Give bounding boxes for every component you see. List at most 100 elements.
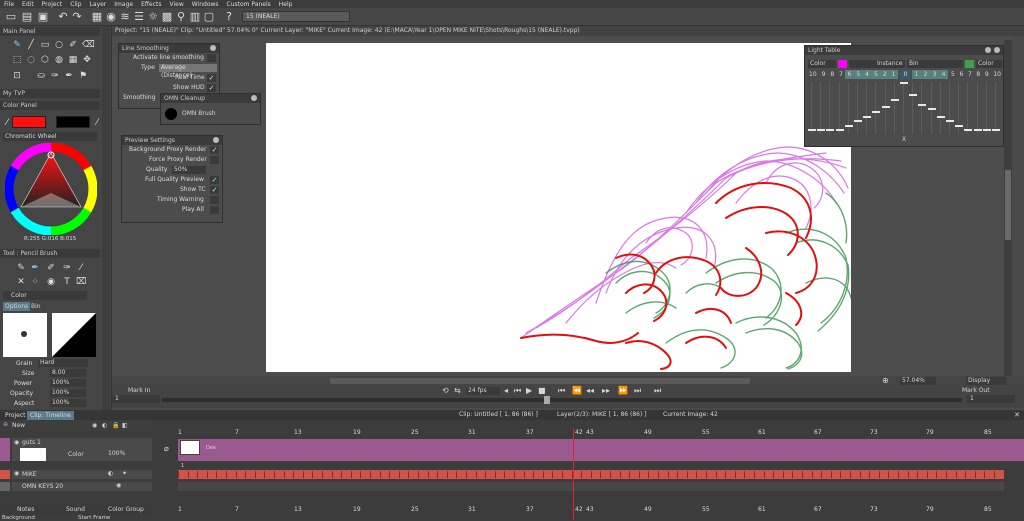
opacity-slider[interactable]	[903, 82, 904, 134]
menu-effects[interactable]: Effects	[141, 1, 161, 8]
frame-cell[interactable]	[946, 471, 947, 478]
primary-color-swatch[interactable]	[12, 116, 46, 128]
frame-cell[interactable]	[686, 471, 688, 478]
show-tc-checkbox[interactable]: ✓	[210, 186, 219, 194]
close-icon[interactable]: ✕	[1014, 411, 1020, 419]
pingpong-icon[interactable]: ⇆	[454, 386, 461, 395]
frame-cell[interactable]	[494, 471, 496, 478]
fill-tool-icon[interactable]: ◍	[54, 55, 64, 65]
menu-layer[interactable]: Layer	[90, 1, 107, 8]
marker-icon[interactable]: ✑	[62, 263, 72, 273]
secondary-color-swatch[interactable]	[56, 116, 90, 128]
opacity-slider-handle[interactable]	[854, 120, 862, 122]
pin-icon[interactable]	[985, 47, 991, 53]
opacity-slider[interactable]	[985, 82, 987, 134]
frame-cell[interactable]	[955, 471, 957, 478]
fps-select[interactable]: 24 fps	[466, 387, 500, 395]
opacity-slider-handle[interactable]	[946, 120, 954, 122]
frame-cell[interactable]	[197, 471, 199, 478]
frame-cell[interactable]	[667, 471, 669, 478]
frame-cell[interactable]	[926, 471, 928, 478]
new-file-icon[interactable]: ▭	[4, 10, 18, 24]
pencil-brush-icon[interactable]: ✎	[16, 263, 26, 273]
tab-project[interactable]: Project	[2, 411, 29, 420]
opacity-slider[interactable]	[829, 82, 831, 134]
frame-cell[interactable]	[610, 471, 611, 478]
menu-image[interactable]: Image	[114, 1, 133, 8]
frame-cell[interactable]	[552, 471, 554, 478]
menu-edit[interactable]: Edit	[22, 1, 34, 8]
frame-cell[interactable]	[389, 471, 391, 478]
omn-brush-button[interactable]: OMN Brush	[182, 110, 216, 117]
frame-cell[interactable]	[696, 471, 698, 478]
frame-cell[interactable]	[840, 471, 842, 478]
frame-cell[interactable]	[715, 471, 717, 478]
opacity-slider[interactable]	[949, 82, 950, 134]
pencil-tool-icon[interactable]: ✎	[12, 40, 22, 50]
background-select[interactable]: Background	[2, 515, 35, 521]
opacity-slider[interactable]	[866, 82, 868, 134]
paint-brush-icon[interactable]: ✐	[46, 263, 56, 273]
layer-row-guts[interactable]: ◉ guts 1 Color 100%	[12, 438, 152, 461]
opacity-slider[interactable]	[893, 82, 895, 134]
rectangle-tool-icon[interactable]: ▭	[40, 40, 50, 50]
opacity-slider[interactable]	[967, 82, 969, 134]
opacity-slider-handle[interactable]	[973, 129, 982, 131]
opacity-slider[interactable]	[838, 82, 840, 134]
close-icon[interactable]	[213, 137, 219, 143]
menu-file[interactable]: File	[4, 1, 14, 8]
activate-smoothing-checkbox[interactable]	[207, 54, 216, 62]
timing-warning-checkbox[interactable]	[210, 196, 219, 204]
frame-cell[interactable]	[629, 471, 631, 478]
cross-brush-icon[interactable]: ✕	[16, 277, 26, 287]
frame-cell[interactable]	[974, 471, 976, 478]
frame-cell[interactable]	[984, 471, 986, 478]
layers-icon[interactable]: ≋	[118, 10, 132, 24]
help-icon[interactable]: ?	[222, 10, 236, 24]
panel-icon[interactable]: ▥	[188, 10, 202, 24]
frame-thumbnail[interactable]	[180, 440, 200, 455]
eyedropper-icon[interactable]: ⁄	[2, 118, 12, 128]
tab-color-group[interactable]: Color Group	[108, 506, 144, 513]
select-tool-icon[interactable]: ⬚	[12, 55, 22, 65]
frame-cell[interactable]	[302, 471, 304, 478]
layer-visible-icon[interactable]: ◉	[116, 482, 121, 489]
ink-brush-icon[interactable]: ✒	[30, 263, 40, 273]
camera-icon[interactable]: ◧	[122, 422, 128, 429]
stack-icon[interactable]: ☰	[132, 10, 146, 24]
opacity-slider[interactable]	[912, 82, 914, 134]
frame-cell[interactable]	[187, 471, 189, 478]
frame-cell[interactable]	[869, 471, 871, 478]
frame-cell[interactable]	[418, 471, 419, 478]
tab-notes[interactable]: Notes	[17, 506, 34, 513]
opacity-slider-handle[interactable]	[890, 99, 899, 101]
frame-cell[interactable]	[514, 471, 515, 478]
frame-cell[interactable]	[590, 471, 592, 478]
frame-cell[interactable]	[245, 471, 247, 478]
size-field[interactable]: 8.00	[50, 369, 86, 377]
opacity-slider[interactable]	[921, 82, 923, 134]
tab-options[interactable]: Options	[3, 302, 31, 311]
go-end-icon[interactable]: ⏭	[654, 386, 661, 396]
drawing-canvas[interactable]	[266, 43, 852, 372]
close-icon[interactable]	[994, 47, 1000, 53]
frame-cell[interactable]	[254, 471, 256, 478]
zoom-icon[interactable]: ⚲	[174, 10, 188, 24]
frame-cell[interactable]	[542, 471, 544, 478]
menu-help[interactable]: Help	[279, 1, 293, 8]
redo-icon[interactable]: ↷	[70, 10, 84, 24]
grain-select[interactable]: Hard	[38, 359, 88, 367]
next-frame-icon[interactable]: ▸▸	[602, 386, 610, 395]
frame-cell[interactable]	[638, 471, 640, 478]
open-file-icon[interactable]: ▤	[20, 10, 34, 24]
type-select[interactable]: Average (Distance)	[159, 64, 217, 79]
frame-cell[interactable]	[898, 471, 899, 478]
frame-cell[interactable]	[600, 471, 602, 478]
canvas-vertical-scrollbar[interactable]	[1004, 40, 1012, 376]
frame-cell[interactable]	[312, 471, 314, 478]
frame-cell[interactable]	[475, 471, 477, 478]
opacity-slider-handle[interactable]	[826, 129, 835, 131]
project-selector[interactable]: 15 (NEALE)	[242, 11, 350, 22]
transform-tool-icon[interactable]: ⊡	[12, 71, 22, 81]
tab-bin[interactable]: Bin	[31, 302, 41, 311]
